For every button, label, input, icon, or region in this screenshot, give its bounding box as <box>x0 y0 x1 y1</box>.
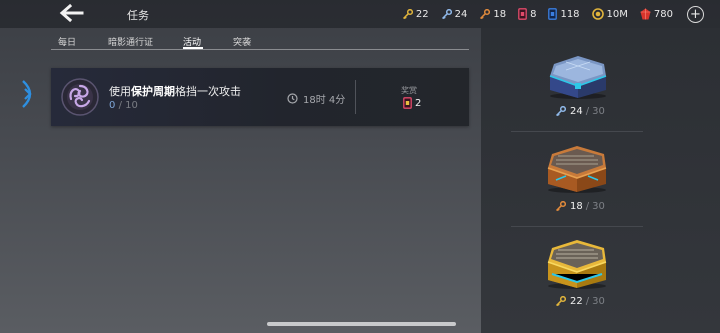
blue-key-icon <box>555 106 566 117</box>
chest-separator: / <box>585 296 590 307</box>
gold-key-icon <box>555 296 566 307</box>
chest-divider <box>511 226 643 227</box>
home-indicator[interactable] <box>267 322 456 326</box>
resource-red-gem: 780 <box>640 8 673 20</box>
resource-value: 18 <box>493 8 507 20</box>
orange-key-icon <box>555 201 566 212</box>
resource-blue-card: 118 <box>548 8 580 20</box>
progress-current: 0 <box>109 100 116 111</box>
quest-description: 使用保护周期格挡一次攻击 <box>109 83 241 99</box>
resource-value: 8 <box>530 8 537 20</box>
back-arrow-icon[interactable] <box>58 3 84 23</box>
clock-icon <box>287 93 298 104</box>
quest-text-bold: 保护周期 <box>131 85 175 98</box>
chest-separator: / <box>585 201 590 212</box>
chest-max: 30 <box>592 296 605 307</box>
progress-max: 10 <box>125 100 138 111</box>
coin-icon <box>591 8 604 20</box>
resource-coin: 10M <box>591 8 628 20</box>
page-title: 任务 <box>127 9 149 22</box>
resource-bar: 22 24 18 8 118 10M 780 + <box>390 4 704 24</box>
top-bar: 任务 22 24 18 8 118 10M 780 + <box>0 0 720 28</box>
tab-raid[interactable]: 突袭 <box>233 35 251 48</box>
reward-label: 奖赏 <box>401 86 417 95</box>
tab-daily[interactable]: 每日 <box>58 35 76 48</box>
tab-shadow-pass[interactable]: 暗影通行证 <box>108 35 153 48</box>
blue-key-icon <box>441 8 452 19</box>
orange-key-icon <box>480 8 491 19</box>
resource-red-card: 8 <box>518 8 536 20</box>
gold-chest-icon[interactable] <box>544 236 610 290</box>
chest-current: 22 <box>570 296 583 307</box>
chest-max: 30 <box>592 201 605 212</box>
gold-chest-count: 22 / 30 <box>555 296 605 307</box>
parry-swirl-icon <box>61 78 99 116</box>
red-card-icon <box>518 8 527 20</box>
blue-card-icon <box>548 8 558 20</box>
resource-value: 780 <box>653 8 673 20</box>
blue-chest-icon[interactable] <box>546 50 610 100</box>
resource-value: 22 <box>415 8 429 20</box>
chest-divider <box>511 131 643 132</box>
chest-separator: / <box>585 106 590 117</box>
resource-value: 24 <box>454 8 468 20</box>
bronze-chest-icon[interactable] <box>544 142 610 194</box>
quest-progress: 0 / 10 <box>109 100 138 111</box>
red-card-icon <box>403 97 412 109</box>
resource-blue-key: 24 <box>441 8 468 20</box>
chest-current: 24 <box>570 106 583 117</box>
quest-timer: 18时 4分 <box>287 91 345 106</box>
reward-value: 2 <box>415 97 422 109</box>
add-currency-button[interactable]: + <box>687 5 704 23</box>
quest-divider <box>355 80 356 114</box>
resource-value: 10M <box>606 8 628 20</box>
resource-value: 118 <box>560 8 580 20</box>
resource-orange-key: 18 <box>479 8 507 20</box>
plus-icon: + <box>690 6 701 22</box>
red-gem-icon <box>640 8 651 20</box>
chest-max: 30 <box>592 106 605 117</box>
quest-reward: 2 <box>403 97 421 109</box>
quest-card[interactable]: 使用保护周期格挡一次攻击 0 / 10 18时 4分 奖赏 2 <box>51 68 469 126</box>
quest-text-prefix: 使用 <box>109 85 131 98</box>
expand-arrow-icon[interactable] <box>20 79 40 109</box>
timer-text: 18时 4分 <box>303 95 346 106</box>
chest-current: 18 <box>570 201 583 212</box>
active-tab-indicator <box>183 47 203 49</box>
blue-chest-count: 24 / 30 <box>555 106 605 117</box>
chest-panel: 24 / 30 18 / 30 22 / 30 <box>481 28 720 333</box>
resource-gold-key: 22 <box>402 8 429 20</box>
quest-text-suffix: 格挡一次攻击 <box>175 85 241 98</box>
tab-bar: 每日 暗影通行证 活动 突袭 <box>51 34 469 50</box>
bronze-chest-count: 18 / 30 <box>555 201 605 212</box>
progress-separator: / <box>118 100 122 111</box>
gold-key-icon <box>402 8 413 19</box>
